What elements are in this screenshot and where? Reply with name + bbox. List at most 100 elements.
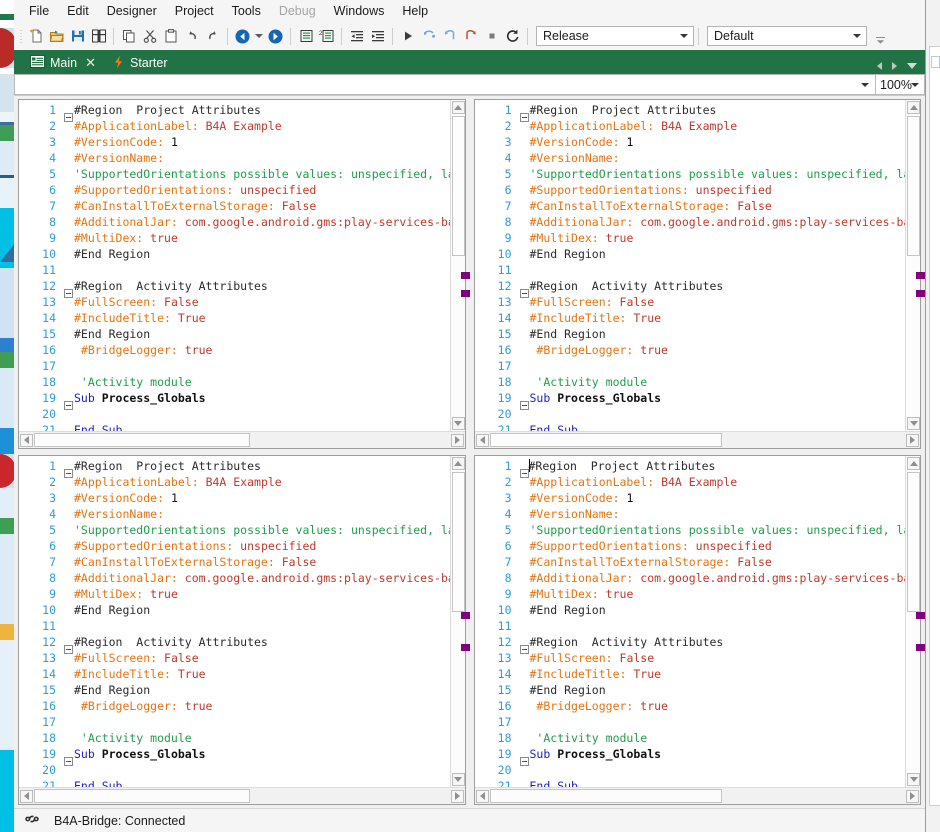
scroll-left-icon[interactable] bbox=[20, 434, 33, 447]
code-line[interactable]: 12#Region Activity Attributes bbox=[19, 634, 450, 650]
code-line[interactable]: 2#ApplicationLabel: B4A Example bbox=[19, 118, 450, 134]
code-line[interactable]: 2#ApplicationLabel: B4A Example bbox=[19, 474, 450, 490]
code-line[interactable]: 14#IncludeTitle: True bbox=[475, 310, 906, 326]
horizontal-scrollbar[interactable] bbox=[19, 431, 465, 448]
horizontal-scrollbar[interactable] bbox=[19, 787, 465, 804]
tab-list-icon[interactable] bbox=[907, 63, 917, 69]
code-line[interactable]: 7#CanInstallToExternalStorage: False bbox=[19, 198, 450, 214]
tab-prev-icon[interactable] bbox=[877, 62, 882, 70]
code-line[interactable]: 21End Sub bbox=[19, 778, 450, 787]
paste-icon[interactable] bbox=[160, 25, 181, 47]
code-line[interactable]: 4#VersionName: bbox=[475, 506, 906, 522]
code-line[interactable]: 3#VersionCode: 1 bbox=[19, 490, 450, 506]
code-line[interactable]: 3#VersionCode: 1 bbox=[19, 134, 450, 150]
code-line[interactable]: 8#AdditionalJar: com.google.android.gms:… bbox=[475, 570, 906, 586]
code-line[interactable]: 18 'Activity module bbox=[475, 730, 906, 746]
code-line[interactable]: 19Sub Process_Globals bbox=[475, 746, 906, 762]
code-line[interactable]: 20 bbox=[19, 762, 450, 778]
uncomment-block-icon[interactable]: 2 bbox=[316, 25, 337, 47]
code-line[interactable]: 21End Sub bbox=[19, 422, 450, 431]
code-line[interactable]: 4#VersionName: bbox=[19, 150, 450, 166]
code-line[interactable]: 19Sub Process_Globals bbox=[19, 746, 450, 762]
editor-pane-bottom-left[interactable]: 1#Region Project Attributes2#Application… bbox=[18, 455, 466, 805]
code-line[interactable]: 17 bbox=[475, 714, 906, 730]
code-line[interactable]: 15#End Region bbox=[19, 326, 450, 342]
code-line[interactable]: 18 'Activity module bbox=[19, 374, 450, 390]
code-line[interactable]: 1#Region Project Attributes bbox=[475, 458, 906, 474]
toolbar-grip[interactable] bbox=[18, 27, 25, 45]
code-line[interactable]: 14#IncludeTitle: True bbox=[475, 666, 906, 682]
navigate-back-icon[interactable] bbox=[232, 25, 253, 47]
code-line[interactable]: 3#VersionCode: 1 bbox=[475, 134, 906, 150]
code-line[interactable]: 16 #BridgeLogger: true bbox=[475, 342, 906, 358]
code-line[interactable]: 9#MultiDex: true bbox=[475, 230, 906, 246]
code-line[interactable]: 2#ApplicationLabel: B4A Example bbox=[475, 118, 906, 134]
code-line[interactable]: 9#MultiDex: true bbox=[19, 230, 450, 246]
save-all-icon[interactable] bbox=[88, 25, 109, 47]
code-line[interactable]: 10#End Region bbox=[475, 602, 906, 618]
menu-item-help[interactable]: Help bbox=[393, 1, 437, 22]
stop-icon[interactable] bbox=[481, 25, 502, 47]
code-line[interactable]: 5'SupportedOrientations possible values:… bbox=[19, 522, 450, 538]
code-line[interactable]: 20 bbox=[475, 406, 906, 422]
code-line[interactable]: 21End Sub bbox=[475, 422, 906, 431]
code-line[interactable]: 9#MultiDex: true bbox=[19, 586, 450, 602]
horizontal-scrollbar[interactable] bbox=[475, 431, 921, 448]
run-icon[interactable] bbox=[397, 25, 418, 47]
code-line[interactable]: 13#FullScreen: False bbox=[475, 294, 906, 310]
code-line[interactable]: 10#End Region bbox=[19, 602, 450, 618]
scrollbar-thumb[interactable] bbox=[34, 433, 250, 447]
code-line[interactable]: 8#AdditionalJar: com.google.android.gms:… bbox=[475, 214, 906, 230]
code-line[interactable]: 9#MultiDex: true bbox=[475, 586, 906, 602]
scroll-left-icon[interactable] bbox=[20, 790, 33, 803]
menu-item-edit[interactable]: Edit bbox=[58, 1, 98, 22]
code-line[interactable]: 5'SupportedOrientations possible values:… bbox=[475, 166, 906, 182]
code-line[interactable]: 10#End Region bbox=[19, 246, 450, 262]
code-line[interactable]: 20 bbox=[475, 762, 906, 778]
member-select[interactable] bbox=[14, 74, 875, 95]
redo-icon[interactable] bbox=[202, 25, 223, 47]
new-file-icon[interactable] bbox=[25, 25, 46, 47]
code-line[interactable]: 10#End Region bbox=[475, 246, 906, 262]
menu-item-project[interactable]: Project bbox=[166, 1, 223, 22]
code-line[interactable]: 12#Region Activity Attributes bbox=[475, 634, 906, 650]
tab-next-icon[interactable] bbox=[892, 62, 897, 70]
scrollbar-thumb[interactable] bbox=[34, 789, 250, 803]
code-line[interactable]: 8#AdditionalJar: com.google.android.gms:… bbox=[19, 214, 450, 230]
build-mode-select[interactable]: Release bbox=[536, 26, 694, 46]
code-line[interactable]: 13#FullScreen: False bbox=[19, 650, 450, 666]
editor-pane-top-right[interactable]: 1#Region Project Attributes2#Application… bbox=[474, 99, 922, 449]
navigate-forward-icon[interactable] bbox=[265, 25, 286, 47]
code-line[interactable]: 4#VersionName: bbox=[475, 150, 906, 166]
code-line[interactable]: 6#SupportedOrientations: unspecified bbox=[475, 182, 906, 198]
editor-pane-top-left[interactable]: 1#Region Project Attributes2#Application… bbox=[18, 99, 466, 449]
code-line[interactable]: 21End Sub bbox=[475, 778, 906, 787]
code-line[interactable]: 18 'Activity module bbox=[19, 730, 450, 746]
save-icon[interactable] bbox=[67, 25, 88, 47]
open-folder-icon[interactable] bbox=[46, 25, 67, 47]
code-line[interactable]: 17 bbox=[19, 714, 450, 730]
close-icon[interactable]: ✕ bbox=[85, 55, 96, 71]
code-area[interactable]: 1#Region Project Attributes2#Application… bbox=[475, 456, 906, 787]
code-line[interactable]: 12#Region Activity Attributes bbox=[475, 278, 906, 294]
code-line[interactable]: 13#FullScreen: False bbox=[475, 650, 906, 666]
code-line[interactable]: 20 bbox=[19, 406, 450, 422]
code-line[interactable]: 5'SupportedOrientations possible values:… bbox=[19, 166, 450, 182]
code-line[interactable]: 15#End Region bbox=[475, 326, 906, 342]
zoom-select[interactable]: 100% bbox=[875, 74, 925, 95]
code-line[interactable]: 11 bbox=[475, 618, 906, 634]
code-line[interactable]: 15#End Region bbox=[475, 682, 906, 698]
code-line[interactable]: 8#AdditionalJar: com.google.android.gms:… bbox=[19, 570, 450, 586]
code-line[interactable]: 18 'Activity module bbox=[475, 374, 906, 390]
toolbar-overflow-button[interactable] bbox=[873, 26, 887, 46]
step-out-icon[interactable] bbox=[460, 25, 481, 47]
outdent-icon[interactable] bbox=[346, 25, 367, 47]
code-line[interactable]: 14#IncludeTitle: True bbox=[19, 666, 450, 682]
code-area[interactable]: 1#Region Project Attributes2#Application… bbox=[475, 100, 906, 431]
code-line[interactable]: 11 bbox=[475, 262, 906, 278]
code-line[interactable]: 12#Region Activity Attributes bbox=[19, 278, 450, 294]
step-into-icon[interactable] bbox=[439, 25, 460, 47]
code-line[interactable]: 14#IncludeTitle: True bbox=[19, 310, 450, 326]
comment-block-icon[interactable] bbox=[295, 25, 316, 47]
undo-icon[interactable] bbox=[181, 25, 202, 47]
